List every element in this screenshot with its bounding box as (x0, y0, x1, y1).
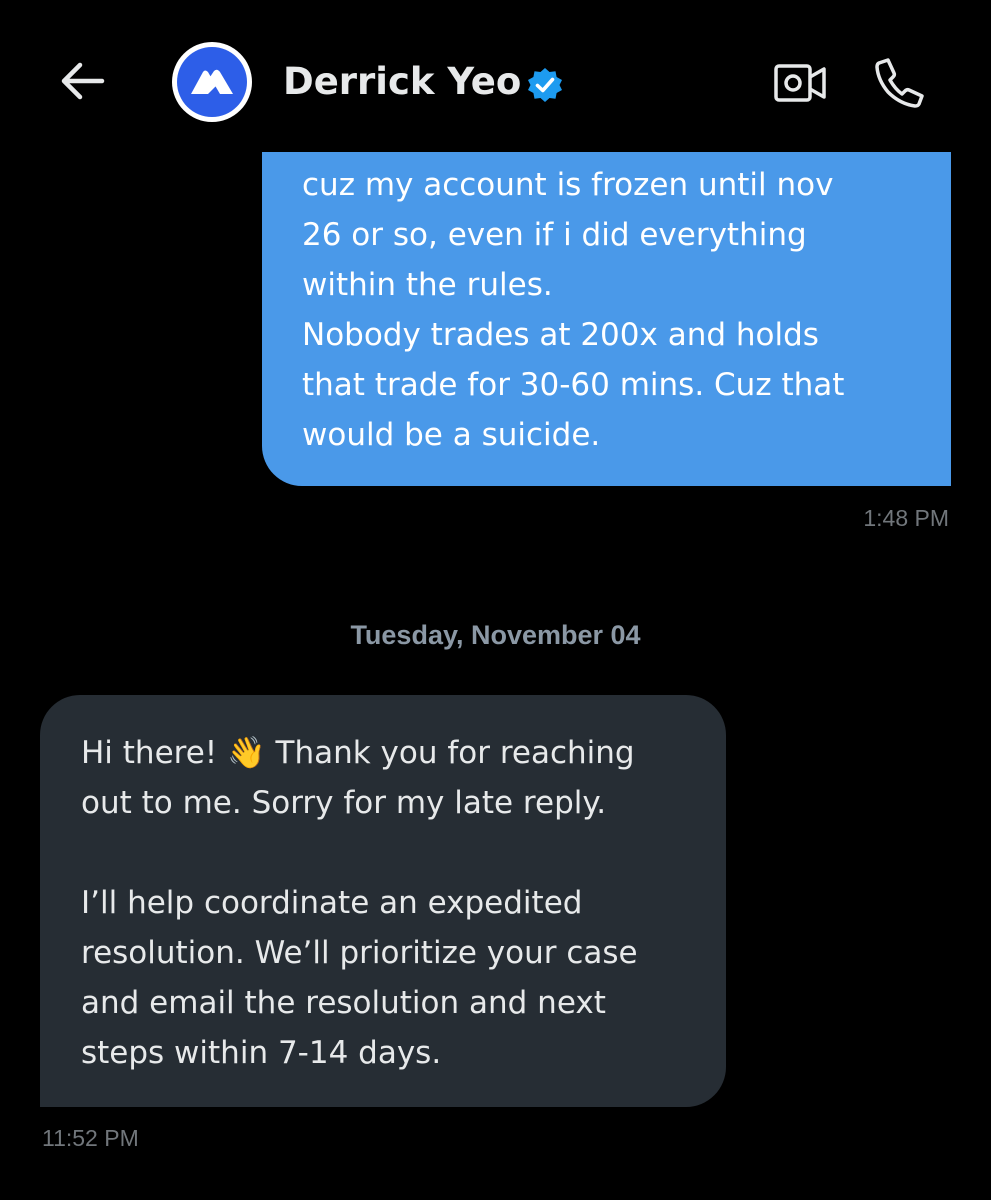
outgoing-message-text: cuz my account is frozen until nov 26 or… (302, 167, 845, 453)
back-button[interactable] (56, 58, 108, 104)
mexc-logo-icon (191, 69, 233, 94)
incoming-message-time: 11:52 PM (42, 1125, 139, 1151)
video-call-icon (774, 64, 826, 102)
outgoing-message-bubble[interactable]: cuz my account is frozen until nov 26 or… (262, 110, 951, 486)
conversation-header: Derrick Yeo (0, 0, 991, 152)
phone-call-button[interactable] (872, 54, 928, 110)
contact-name[interactable]: Derrick Yeo (283, 56, 521, 108)
back-arrow-icon (61, 62, 105, 100)
avatar[interactable] (172, 42, 252, 122)
incoming-message-bubble[interactable]: Hi there! 👋 Thank you for reaching out t… (40, 695, 726, 1107)
date-separator: Tuesday, November 04 (350, 620, 641, 650)
incoming-message-text: Hi there! 👋 Thank you for reaching out t… (81, 735, 638, 1071)
phone-call-icon (875, 58, 924, 108)
message-thread[interactable]: cuz my account is frozen until nov 26 or… (0, 0, 991, 1200)
avatar-background (177, 47, 247, 117)
verified-badge-icon (528, 68, 562, 102)
outgoing-message-time: 1:48 PM (863, 505, 949, 531)
video-call-button[interactable] (772, 60, 828, 106)
